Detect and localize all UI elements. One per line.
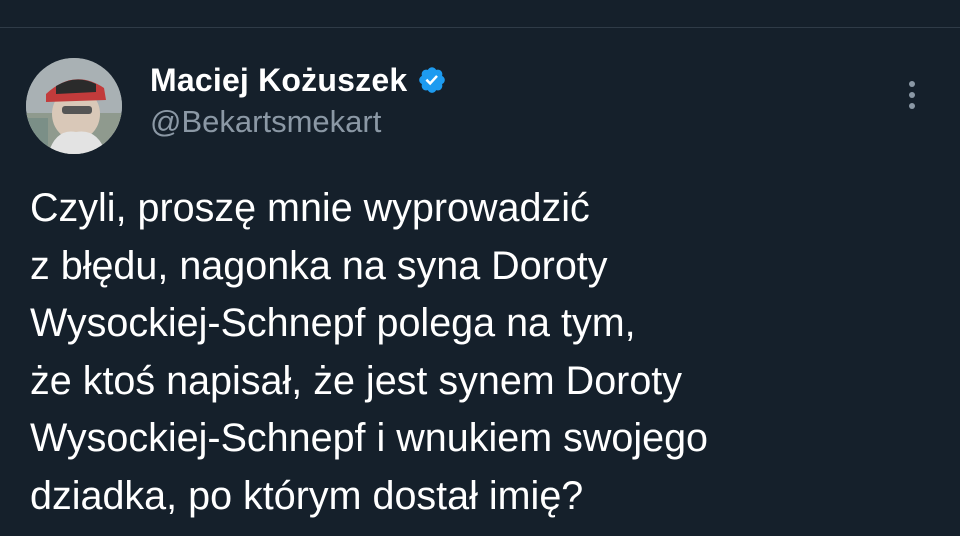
tweet-screen: Maciej Kożuszek @Bekartsmekart Czyli, pr… <box>0 0 960 536</box>
avatar[interactable] <box>26 58 122 154</box>
avatar-photo <box>26 58 122 154</box>
more-options-icon <box>909 81 915 109</box>
name-row: Maciej Kożuszek <box>150 58 447 102</box>
author-handle[interactable]: @Bekartsmekart <box>150 104 447 140</box>
tweet-text: Czyli, proszę mnie wyprowadzić z błędu, … <box>30 186 708 518</box>
top-divider <box>0 0 960 28</box>
verified-badge-icon <box>417 65 447 95</box>
author-display-name[interactable]: Maciej Kożuszek <box>150 62 407 99</box>
more-options-button[interactable] <box>898 78 926 114</box>
tweet-header: Maciej Kożuszek @Bekartsmekart <box>150 58 447 140</box>
